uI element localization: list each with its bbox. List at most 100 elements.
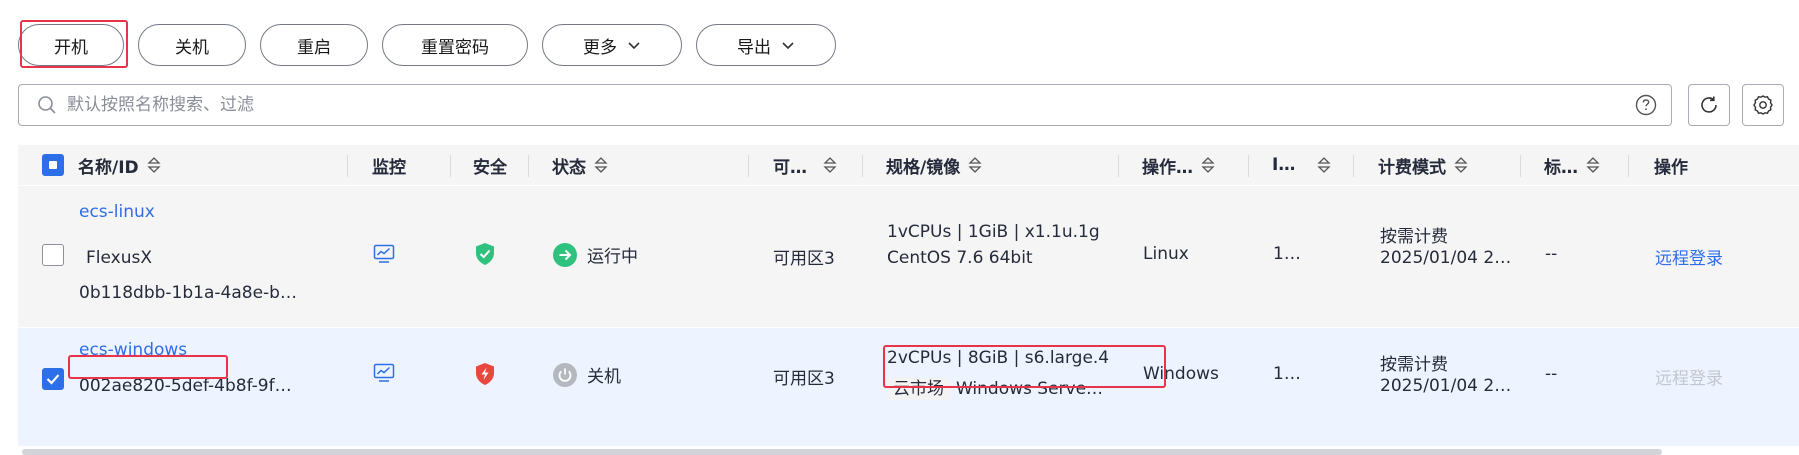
col-status[interactable]: 状态 (552, 145, 608, 185)
column-divider (528, 155, 529, 177)
refresh-icon (1701, 96, 1717, 113)
col-spec[interactable]: 规格/镜像 (886, 145, 982, 185)
marketplace-tag: 云市场 (887, 378, 950, 400)
column-divider (862, 155, 863, 177)
availability-zone: 可用区3 (773, 369, 835, 389)
export-label: 导出 (737, 37, 771, 58)
image-name: Windows Serve… (956, 379, 1104, 399)
billing-time: 2025/01/04 2… (1380, 248, 1512, 268)
column-divider (1353, 155, 1354, 177)
col-security: 安全 (473, 145, 507, 185)
sort-icon[interactable] (147, 156, 161, 174)
col-status-label: 状态 (552, 157, 586, 178)
col-tags-label: 标… (1544, 157, 1578, 178)
row-checkbox[interactable] (42, 244, 64, 266)
reset-password-button[interactable]: 重置密码 (382, 24, 528, 66)
image-text: CentOS 7.6 64bit (887, 248, 1033, 268)
instance-name-link[interactable]: ecs-linux (79, 202, 155, 222)
column-divider (1520, 155, 1521, 177)
billing-mode: 按需计费 (1380, 227, 1448, 247)
spec-text: 1vCPUs | 1GiB | x1.1u.1g (887, 222, 1100, 242)
search-input[interactable] (65, 94, 1635, 116)
col-billing-label: 计费模式 (1378, 157, 1446, 178)
monitor-chart-icon[interactable] (373, 363, 395, 383)
col-name-label: 名称/ID (78, 157, 139, 178)
column-divider (1118, 155, 1119, 177)
sort-icon[interactable] (1201, 156, 1215, 174)
sort-icon[interactable] (594, 156, 608, 174)
sort-icon[interactable] (1454, 156, 1468, 174)
more-label: 更多 (583, 37, 617, 58)
sort-icon[interactable] (823, 156, 837, 174)
col-az-label: 可… (773, 157, 807, 178)
col-ip[interactable]: I… (1272, 145, 1331, 185)
col-az[interactable]: 可… (773, 145, 837, 185)
column-divider (1248, 155, 1249, 177)
col-os-label: 操作… (1142, 157, 1193, 178)
toolbar: 开机 关机 重启 重置密码 更多 导出 (18, 24, 836, 66)
col-security-label: 安全 (473, 157, 507, 178)
instance-id: 002ae820-5def-4b8f-9f… (79, 376, 292, 396)
reboot-button[interactable]: 重启 (260, 24, 368, 66)
col-monitor-label: 监控 (372, 157, 406, 178)
tags-text: -- (1545, 244, 1558, 264)
col-os[interactable]: 操作… (1142, 145, 1215, 185)
remote-login-link-disabled: 远程登录 (1655, 369, 1723, 389)
billing-time: 2025/01/04 2… (1380, 376, 1512, 396)
stop-button[interactable]: 关机 (138, 24, 246, 66)
monitor-chart-icon[interactable] (373, 244, 395, 264)
status-running: 运行中 (553, 242, 638, 267)
help-icon[interactable] (1635, 94, 1657, 116)
refresh-button[interactable] (1688, 84, 1730, 126)
shield-alert-icon (476, 363, 494, 385)
instance-type-label: FlexusX (86, 248, 152, 268)
image-text: 云市场 Windows Serve… (887, 374, 1104, 400)
col-spec-label: 规格/镜像 (886, 157, 961, 178)
table-header: 名称/ID 监控 安全 状态 可… 规格/镜像 操作… I… 计费模式 标… 操… (18, 145, 1799, 185)
status-stopped: 关机 (553, 362, 621, 387)
os-text: Windows (1143, 364, 1219, 384)
status-text: 运行中 (587, 247, 638, 267)
col-billing[interactable]: 计费模式 (1378, 145, 1468, 185)
remote-login-link[interactable]: 远程登录 (1655, 244, 1723, 269)
column-divider (450, 155, 451, 177)
col-name[interactable]: 名称/ID (78, 145, 161, 185)
settings-button[interactable] (1742, 84, 1784, 126)
status-text: 关机 (587, 367, 621, 387)
sort-icon[interactable] (968, 156, 982, 174)
ip-text: 1… (1273, 244, 1301, 264)
search-bar (18, 84, 1672, 126)
col-tags[interactable]: 标… (1544, 145, 1600, 185)
sort-icon[interactable] (1586, 156, 1600, 174)
col-ip-label: I… (1272, 155, 1296, 175)
start-button[interactable]: 开机 (18, 24, 124, 66)
running-arrow-icon (553, 242, 577, 267)
horizontal-scrollbar[interactable] (22, 449, 1662, 455)
col-monitor: 监控 (372, 145, 406, 185)
checkmark-icon (46, 374, 60, 385)
chevron-down-icon (782, 42, 794, 50)
table-row: ecs-windows 002ae820-5def-4b8f-9f… 关机 可用… (18, 328, 1799, 446)
table-row: ecs-linux FlexusX 0b118dbb-1b1a-4a8e-b… … (18, 186, 1799, 327)
power-icon (553, 362, 577, 387)
col-ops-label: 操作 (1654, 157, 1688, 178)
more-dropdown[interactable]: 更多 (542, 24, 682, 66)
column-divider (748, 155, 749, 177)
chevron-down-icon (628, 42, 640, 50)
col-ops: 操作 (1654, 145, 1688, 185)
select-all-checkbox[interactable] (42, 154, 64, 176)
gear-icon (1753, 95, 1773, 115)
column-divider (1628, 155, 1629, 177)
os-text: Linux (1143, 244, 1189, 264)
column-divider (347, 155, 348, 177)
spec-text: 2vCPUs | 8GiB | s6.large.4 (887, 348, 1110, 368)
export-dropdown[interactable]: 导出 (696, 24, 836, 66)
search-icon (38, 96, 56, 114)
availability-zone: 可用区3 (773, 249, 835, 269)
tags-text: -- (1545, 364, 1558, 384)
row-checkbox[interactable] (42, 368, 64, 390)
instance-id: 0b118dbb-1b1a-4a8e-b… (79, 283, 297, 303)
sort-icon[interactable] (1317, 156, 1331, 174)
instance-name-link[interactable]: ecs-windows (79, 340, 187, 360)
ip-text: 1… (1273, 364, 1301, 384)
